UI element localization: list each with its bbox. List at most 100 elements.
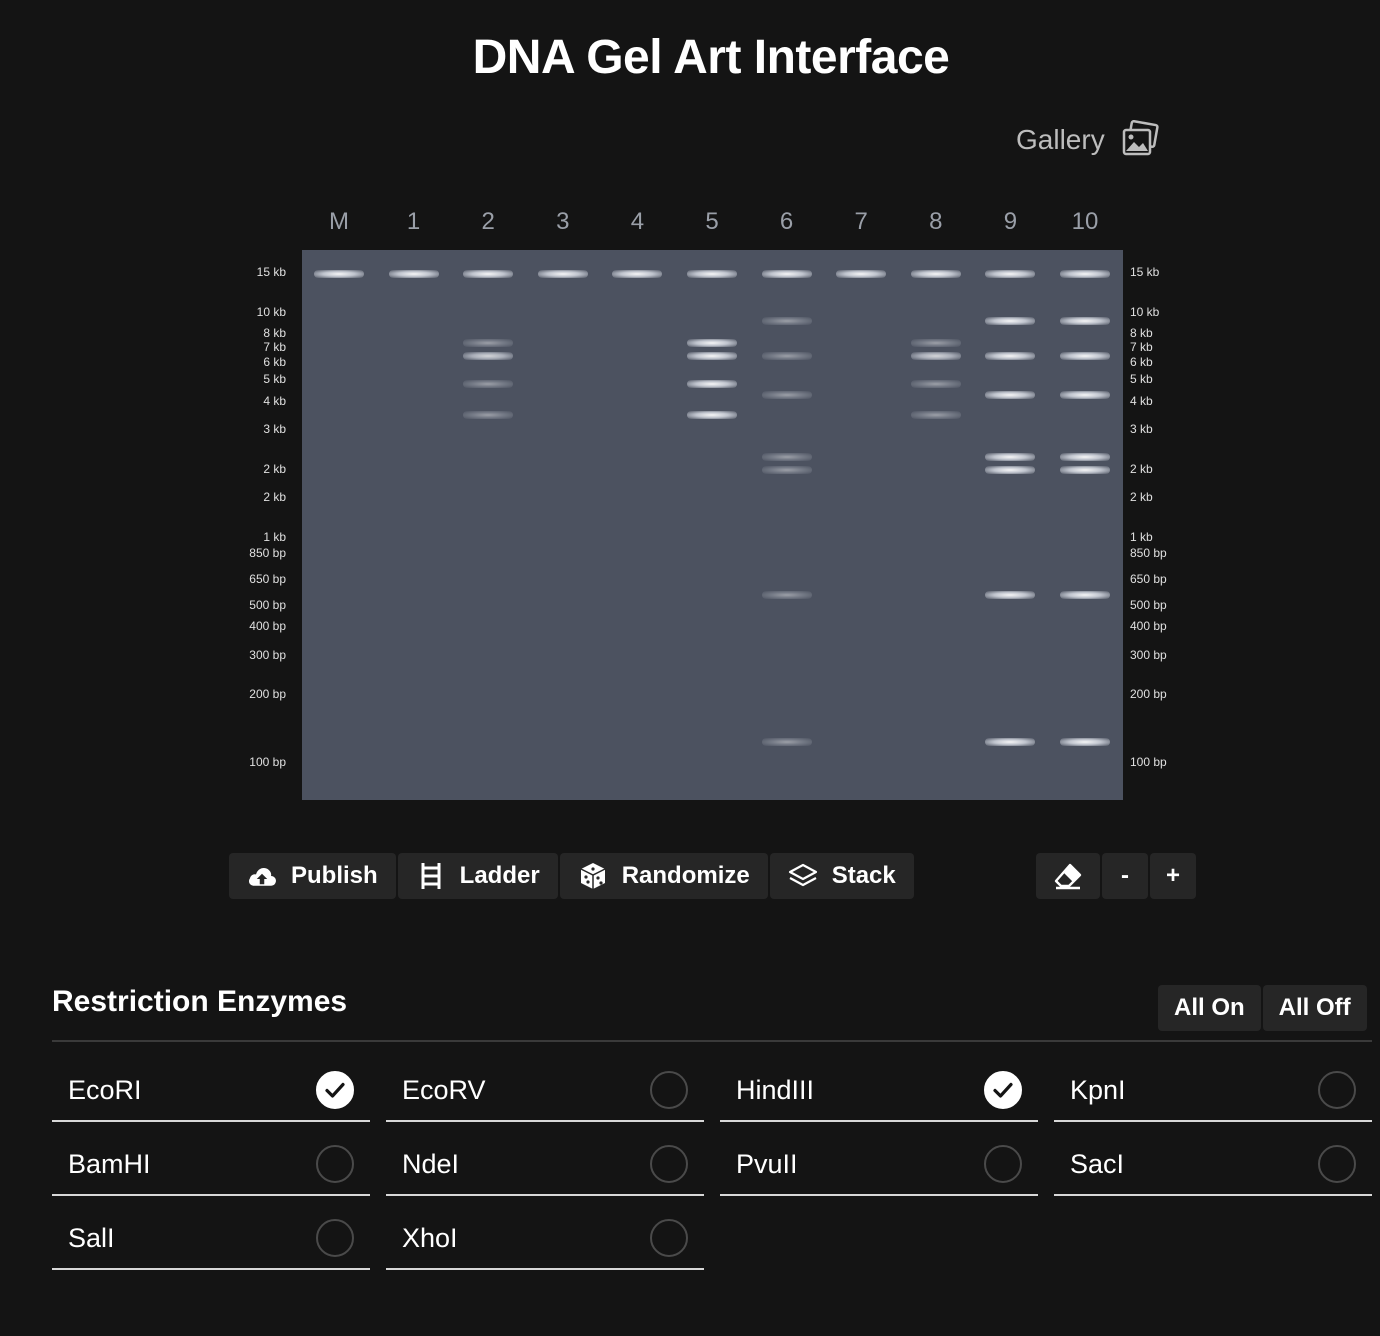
checkbox-empty-icon[interactable] [1318, 1071, 1356, 1109]
enzyme-toggle[interactable]: HindIII [720, 1060, 1038, 1122]
gel-band [985, 317, 1036, 325]
gel-band [463, 352, 514, 360]
checkbox-empty-icon[interactable] [316, 1145, 354, 1183]
enzyme-toggle[interactable]: KpnI [1054, 1060, 1372, 1122]
checkbox-empty-icon[interactable] [650, 1071, 688, 1109]
size-label: 850 bp [1130, 546, 1167, 560]
zoom-toolbar: - + [1036, 853, 1196, 899]
gel-band [985, 270, 1036, 278]
checkmark-icon[interactable] [984, 1071, 1022, 1109]
enzyme-name: SacI [1070, 1148, 1125, 1179]
size-label: 6 kb [263, 355, 286, 369]
size-label: 850 bp [249, 546, 286, 560]
size-label: 8 kb [1130, 326, 1153, 340]
enzyme-toggle[interactable]: NdeI [386, 1134, 704, 1196]
gel-band [985, 391, 1036, 399]
size-label: 650 bp [249, 572, 286, 586]
enzyme-name: XhoI [402, 1222, 458, 1253]
gel-band [761, 453, 812, 461]
gel-band [761, 317, 812, 325]
gel-band [1060, 352, 1110, 360]
enzyme-name: HindIII [736, 1074, 815, 1105]
checkbox-empty-icon[interactable] [650, 1145, 688, 1183]
size-labels-left: 15 kb 10 kb 8 kb 7 kb 6 kb 5 kb 4 kb 3 kb 2 kb 2 … [206, 250, 286, 800]
enzyme-toggle[interactable]: SacI [1054, 1134, 1372, 1196]
size-label: 1 kb [1130, 530, 1153, 544]
lane-label: 7 [854, 208, 868, 235]
enzyme-name: NdeI [402, 1148, 460, 1179]
publish-button[interactable]: Publish [229, 853, 396, 899]
zoom-in-button[interactable]: + [1150, 853, 1196, 899]
checkmark-icon[interactable] [316, 1071, 354, 1109]
size-label: 100 bp [1130, 755, 1167, 769]
publish-label: Publish [291, 862, 378, 889]
enzyme-toggle[interactable]: SalI [52, 1208, 370, 1270]
enzyme-toggle[interactable]: EcoRV [386, 1060, 704, 1122]
size-labels-right: 15 kb 10 kb 8 kb 7 kb 6 kb 5 kb 4 kb 3 kb 2 kb 2 … [1130, 250, 1210, 800]
cloud-upload-icon [248, 868, 276, 886]
lane-label: 10 [1071, 208, 1099, 235]
lane-label: 9 [1003, 208, 1018, 235]
gel-band [1060, 391, 1110, 399]
gel-band [761, 391, 812, 399]
gel-band [761, 270, 812, 278]
all-off-button[interactable]: All Off [1262, 985, 1367, 1031]
layers-icon [788, 863, 817, 887]
lane-label: 8 [929, 208, 943, 235]
size-label: 200 bp [249, 687, 286, 701]
enzyme-toggle[interactable]: PvuII [720, 1134, 1038, 1196]
size-label: 200 bp [1130, 687, 1167, 701]
size-label: 2 kb [1130, 462, 1153, 476]
zoom-out-button[interactable]: - [1102, 853, 1148, 899]
size-label: 100 bp [249, 755, 286, 769]
gel-band [910, 352, 961, 360]
gel-toolbar: Publish Ladder Randomize Stack [229, 853, 914, 899]
enzymes-title: Restriction Enzymes [52, 985, 348, 1018]
gel-band [687, 352, 737, 360]
gel-band [985, 352, 1036, 360]
gel-band [314, 270, 364, 278]
lane-labels: M 1 2 3 4 5 6 7 8 9 10 [302, 208, 1123, 244]
ladder-button[interactable]: Ladder [397, 853, 558, 899]
gel-canvas[interactable] [302, 250, 1123, 800]
enzyme-toggle[interactable]: BamHI [52, 1134, 370, 1196]
gel-band [761, 466, 812, 474]
checkbox-empty-icon[interactable] [1318, 1145, 1356, 1183]
gallery-label: Gallery [1016, 124, 1105, 155]
size-label: 5 kb [1130, 372, 1153, 386]
page-title: DNA Gel Art Interface [472, 31, 950, 84]
gel-band [463, 339, 514, 347]
size-label: 400 bp [1130, 619, 1167, 633]
checkbox-empty-icon[interactable] [984, 1145, 1022, 1183]
gel-band [910, 270, 961, 278]
size-label: 10 kb [1130, 305, 1160, 319]
lane-label: M [329, 208, 349, 235]
stack-button[interactable]: Stack [769, 853, 914, 899]
size-label: 500 bp [249, 598, 286, 612]
size-label: 4 kb [1130, 394, 1153, 408]
size-label: 2 kb [263, 490, 286, 504]
size-label: 300 bp [1130, 648, 1167, 662]
randomize-button[interactable]: Randomize [559, 853, 768, 899]
enzyme-toggle[interactable]: EcoRI [52, 1060, 370, 1122]
gallery-button[interactable]: Gallery [1016, 118, 1161, 162]
gel-band [761, 591, 812, 599]
all-on-button[interactable]: All On [1158, 985, 1261, 1031]
enzyme-toggle-group: All On All Off [1158, 985, 1367, 1031]
gel-band [1060, 466, 1110, 474]
gel-band [985, 591, 1036, 599]
enzyme-toggle[interactable]: XhoI [386, 1208, 704, 1270]
gel-band [687, 411, 737, 419]
lane-label: 2 [481, 208, 495, 235]
enzyme-name: PvuII [736, 1148, 798, 1179]
gel-band [463, 380, 514, 388]
gel-band [985, 466, 1036, 474]
checkbox-empty-icon[interactable] [650, 1219, 688, 1257]
size-label: 2 kb [263, 462, 286, 476]
gel-band [761, 738, 812, 746]
gel-band [687, 270, 737, 278]
eraser-button[interactable] [1036, 853, 1100, 899]
checkbox-empty-icon[interactable] [316, 1219, 354, 1257]
size-label: 8 kb [263, 326, 286, 340]
size-label: 1 kb [263, 530, 286, 544]
